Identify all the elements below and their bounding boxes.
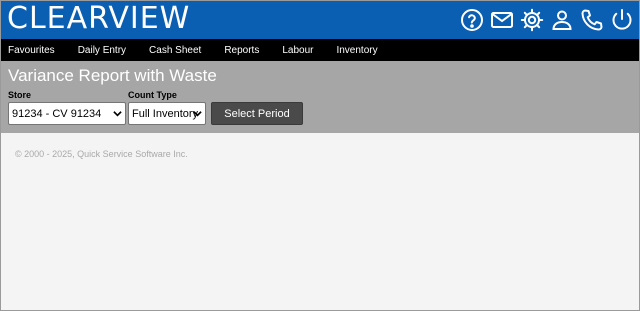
nav-item-labour[interactable]: Labour [282,45,313,56]
count-type-select-value: Full Inventory [132,107,199,120]
clearview-logo[interactable]: CLEARVIEW [7,2,190,36]
count-type-select[interactable]: Full Inventory [128,102,206,125]
chevron-down-icon [113,111,122,117]
store-select-value: 91234 - CV 91234 [12,107,102,120]
nav-item-cash-sheet[interactable]: Cash Sheet [149,45,201,56]
nav-item-reports[interactable]: Reports [224,45,259,56]
nav-item-daily-entry[interactable]: Daily Entry [78,45,126,56]
header-icon-group [460,6,634,34]
report-filter-panel: Variance Report with Waste Store 91234 -… [0,61,640,133]
help-icon[interactable] [460,8,484,32]
phone-icon[interactable] [580,8,604,32]
select-period-button[interactable]: Select Period [211,102,303,125]
user-icon[interactable] [550,8,574,32]
settings-icon[interactable] [520,8,544,32]
page-title: Variance Report with Waste [8,66,217,85]
copyright-text: © 2000 - 2025, Quick Service Software In… [15,149,188,159]
nav-item-inventory[interactable]: Inventory [336,45,377,56]
power-icon[interactable] [610,8,634,32]
top-header: CLEARVIEW [0,0,640,39]
mail-icon[interactable] [490,8,514,32]
store-label: Store [8,90,32,100]
nav-item-favourites[interactable]: Favourites [8,45,55,56]
chevron-down-icon [193,111,202,117]
store-select[interactable]: 91234 - CV 91234 [8,102,126,125]
main-nav: Favourites Daily Entry Cash Sheet Report… [0,39,640,61]
count-type-label: Count Type [128,90,177,100]
